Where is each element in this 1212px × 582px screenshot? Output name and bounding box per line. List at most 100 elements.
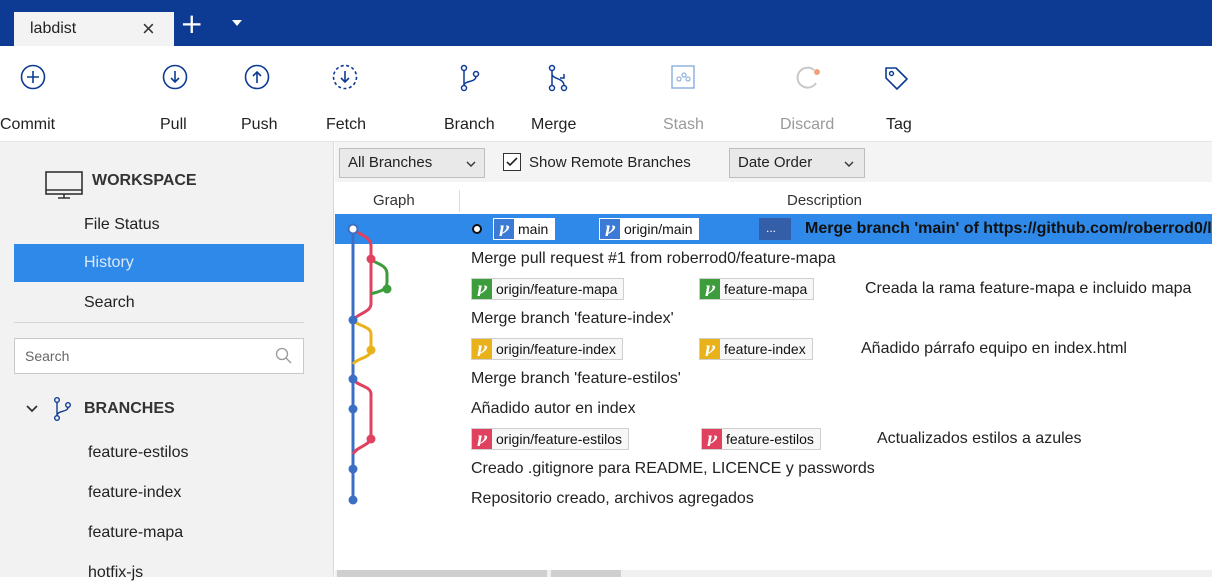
branch-badge[interactable]: ꝩ origin/feature-mapa (471, 278, 625, 300)
search-icon (275, 347, 292, 364)
branch-item-feature-mapa[interactable]: feature-mapa (88, 524, 183, 542)
table-row[interactable]: Añadido autor en index (335, 394, 1212, 424)
branches-filter-dropdown[interactable]: All Branches (339, 148, 485, 178)
sidebar-search-input[interactable] (15, 339, 255, 373)
more-badges-label: ... (766, 221, 777, 235)
branch-badge[interactable]: ꝩ origin/main (599, 218, 700, 240)
branch-badge[interactable]: ꝩ feature-index (699, 338, 813, 360)
commit-message: Merge branch 'main' of https://github.co… (805, 220, 1212, 237)
branch-item-feature-index[interactable]: feature-index (88, 484, 181, 502)
branch-badge[interactable]: ꝩ feature-mapa (699, 278, 815, 300)
table-row[interactable]: ꝩ main ꝩ origin/main ... Merge branch 'mai… (335, 214, 1212, 244)
history-panel: All Branches Show Remote Branches Date O… (335, 142, 1212, 577)
scrollbar-thumb[interactable] (551, 570, 621, 577)
push-button[interactable]: Push (232, 46, 284, 142)
commit-message: Repositorio creado, archivos agregados (471, 490, 754, 507)
fetch-icon (332, 64, 358, 90)
branch-badge-icon: ꝩ (700, 279, 720, 299)
branch-badge-label: feature-mapa (724, 281, 808, 297)
merge-button[interactable]: Merge (528, 46, 590, 142)
branch-badge[interactable]: ꝩ origin/feature-estilos (471, 428, 630, 450)
table-row[interactable]: Creado .gitignore para README, LICENCE y… (335, 454, 1212, 484)
sidebar: WORKSPACE File Status History Search BRA… (0, 142, 334, 581)
graph-column-header[interactable]: Graph (373, 192, 415, 209)
show-remote-checkbox[interactable] (503, 153, 521, 171)
sidebar-item-label: File Status (84, 216, 160, 233)
tag-label: Tag (886, 116, 912, 133)
branch-button[interactable]: Branch (440, 46, 504, 142)
commit-message: Merge branch 'feature-index' (471, 310, 674, 327)
commit-label: Commit (0, 116, 56, 133)
branch-badge-icon: ꝩ (700, 339, 720, 359)
branch-badge-label: origin/feature-estilos (496, 431, 623, 447)
title-bar: labdist × + (0, 0, 1212, 46)
head-marker-icon (472, 224, 482, 234)
table-row[interactable]: ꝩ origin/feature-mapa ꝩ feature-mapa Cread… (335, 274, 1212, 304)
commit-graph (347, 223, 392, 505)
discard-label: Discard (780, 116, 835, 133)
branch-badge[interactable]: ꝩ main (493, 218, 556, 240)
branch-badge-label: feature-estilos (726, 431, 814, 447)
order-value: Date Order (738, 154, 813, 171)
commit-message: Actualizados estilos a azules (877, 430, 1082, 447)
toolbar: Commit Pull Push Fetch Branch Merge Stas… (0, 46, 1212, 142)
more-badges-button[interactable]: ... (759, 218, 791, 240)
branch-badge-icon: ꝩ (494, 219, 514, 239)
horizontal-scrollbar[interactable] (335, 570, 1212, 577)
fetch-label: Fetch (326, 116, 367, 133)
commit-list: ꝩ main ꝩ origin/main ... Merge branch 'mai… (335, 214, 1212, 574)
branch-badge-label: origin/feature-index (496, 341, 616, 357)
tab-menu-chevron-down-icon[interactable] (232, 20, 242, 26)
column-header: Graph Description (335, 188, 1212, 214)
merge-label: Merge (531, 116, 577, 133)
monitor-icon (45, 171, 83, 199)
branch-badge[interactable]: ꝩ feature-estilos (701, 428, 821, 450)
branch-badge-label: origin/main (624, 221, 693, 237)
discard-button[interactable]: Discard (776, 46, 844, 142)
chevron-down-icon (26, 405, 38, 413)
repo-tab-label: labdist (30, 20, 77, 37)
commit-message: Merge branch 'feature-estilos' (471, 370, 681, 387)
column-divider[interactable] (459, 190, 460, 212)
commit-message: Añadido párrafo equipo en index.html (861, 340, 1127, 357)
repo-tab[interactable]: labdist × (14, 12, 174, 46)
commit-button[interactable]: Commit (0, 46, 64, 142)
commit-plus-icon (20, 64, 46, 90)
show-remote-label: Show Remote Branches (529, 154, 691, 171)
table-row[interactable]: Merge pull request #1 from roberrod0/fea… (335, 244, 1212, 274)
branch-label: Branch (444, 116, 495, 133)
branch-item-feature-estilos[interactable]: feature-estilos (88, 444, 189, 462)
push-label: Push (241, 116, 278, 133)
merge-icon (548, 64, 568, 92)
chevron-down-icon (844, 161, 854, 167)
order-dropdown[interactable]: Date Order (729, 148, 865, 178)
tag-button[interactable]: Tag (876, 46, 920, 142)
table-row[interactable]: ꝩ origin/feature-index ꝩ feature-index Aña… (335, 334, 1212, 364)
fetch-button[interactable]: Fetch (322, 46, 374, 142)
branch-badge-label: origin/feature-mapa (496, 281, 618, 297)
sidebar-item-search[interactable]: Search (14, 284, 304, 322)
pull-button[interactable]: Pull (150, 46, 200, 142)
new-tab-icon[interactable]: + (180, 10, 203, 38)
commit-message: Merge pull request #1 from roberrod0/fea… (471, 250, 836, 267)
branch-badge-icon: ꝩ (472, 339, 492, 359)
sidebar-item-history[interactable]: History (14, 244, 304, 282)
commit-message: Creado .gitignore para README, LICENCE y… (471, 460, 875, 477)
scrollbar-thumb[interactable] (337, 570, 547, 577)
branch-badge-icon: ꝩ (702, 429, 722, 449)
sidebar-item-label: History (84, 254, 134, 271)
table-row[interactable]: Merge branch 'feature-estilos' (335, 364, 1212, 394)
sidebar-item-file-status[interactable]: File Status (14, 206, 304, 244)
branches-filter-value: All Branches (348, 154, 433, 171)
branch-item-hotfix-js[interactable]: hotfix-js (88, 564, 143, 582)
close-tab-icon[interactable]: × (142, 16, 155, 42)
sidebar-item-label: Search (84, 294, 135, 311)
filter-bar: All Branches Show Remote Branches Date O… (335, 142, 1212, 182)
stash-button[interactable]: Stash (660, 46, 710, 142)
description-column-header[interactable]: Description (787, 192, 862, 209)
table-row[interactable]: Merge branch 'feature-index' (335, 304, 1212, 334)
branch-badge[interactable]: ꝩ origin/feature-index (471, 338, 623, 360)
push-arrow-up-icon (244, 64, 270, 90)
table-row[interactable]: Repositorio creado, archivos agregados (335, 484, 1212, 514)
table-row[interactable]: ꝩ origin/feature-estilos ꝩ feature-estilos… (335, 424, 1212, 454)
